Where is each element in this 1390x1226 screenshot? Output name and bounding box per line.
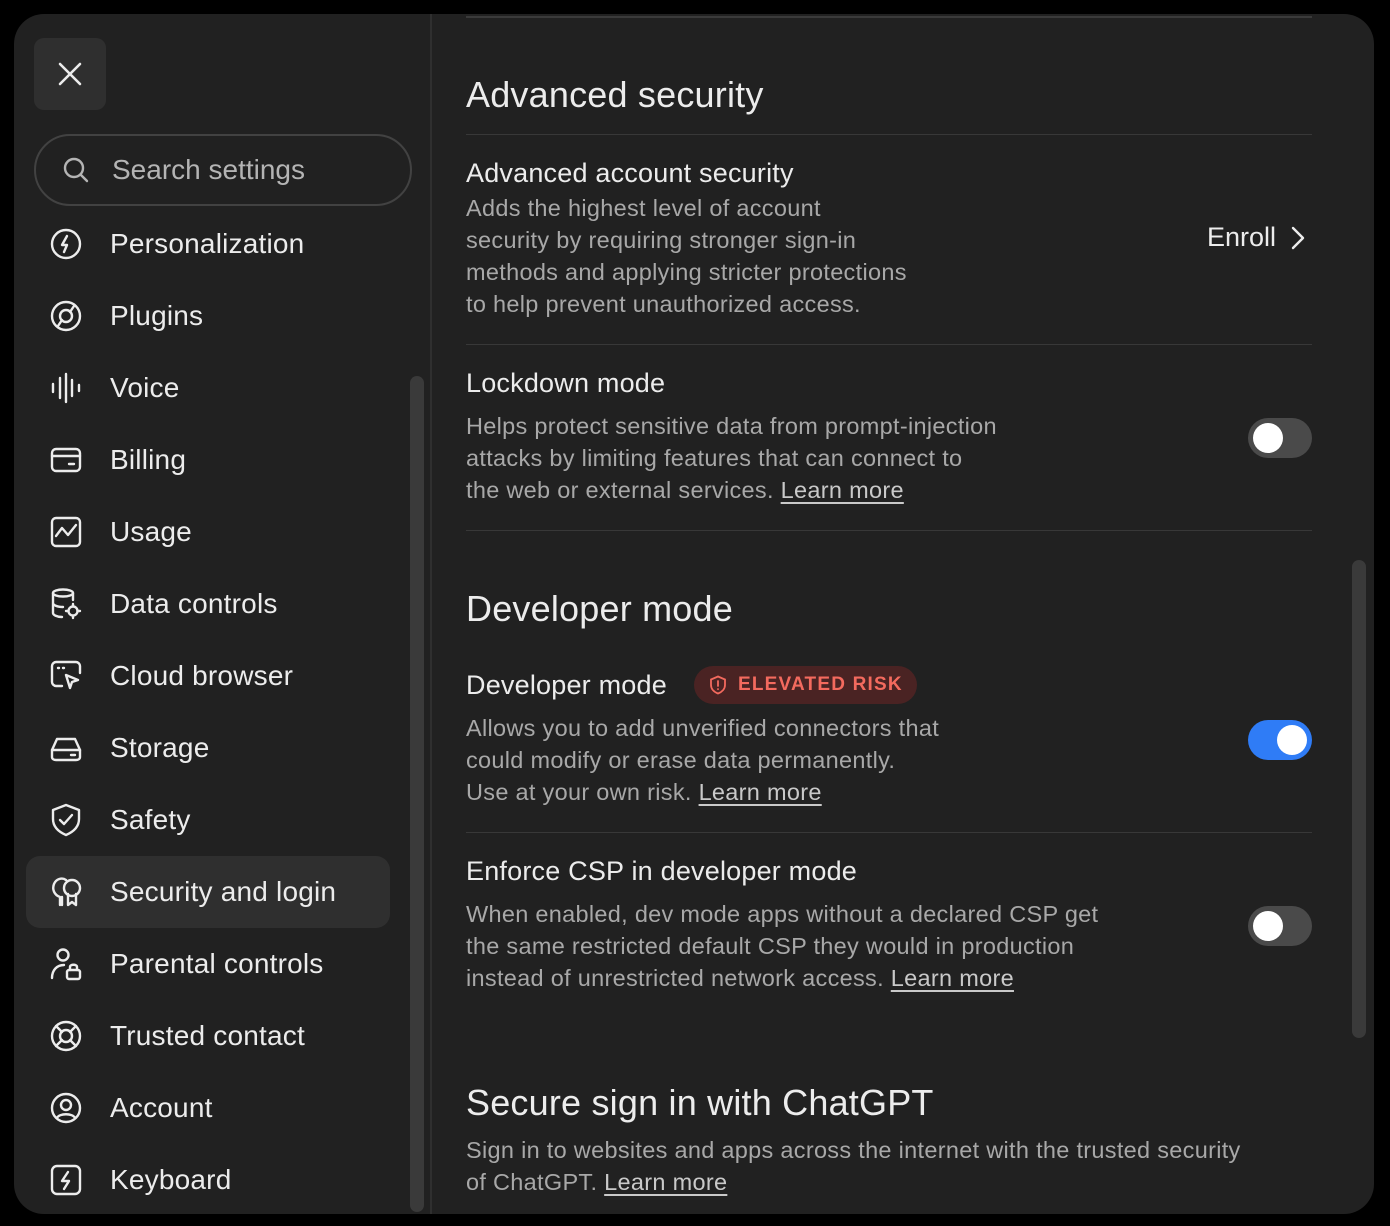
- personalization-icon: [48, 226, 84, 262]
- cloud-browser-icon: [48, 658, 84, 694]
- developer-mode-description: Allows you to add unverified connectors …: [466, 715, 940, 805]
- sidebar-item-label: Security and login: [110, 876, 337, 907]
- settings-window: Personalization Plugins Voice Billing: [14, 14, 1374, 1214]
- toggle-knob: [1253, 423, 1283, 453]
- chevron-right-icon: [1290, 225, 1306, 251]
- search-settings-field[interactable]: [34, 134, 412, 206]
- parental-controls-icon: [48, 946, 84, 982]
- sidebar-item-label: Personalization: [110, 228, 305, 259]
- settings-nav: Personalization Plugins Voice Billing Us…: [26, 208, 390, 1214]
- sidebar-scrollbar[interactable]: [410, 376, 424, 1212]
- sidebar-item-plugins[interactable]: Plugins: [26, 280, 390, 352]
- settings-sidebar: Personalization Plugins Voice Billing: [14, 14, 432, 1214]
- sidebar-item-data-controls[interactable]: Data controls: [26, 568, 390, 640]
- divider: [466, 530, 1312, 531]
- search-icon: [62, 155, 92, 185]
- learn-more-link[interactable]: Learn more: [604, 1169, 727, 1195]
- sidebar-item-safety[interactable]: Safety: [26, 784, 390, 856]
- divider: [466, 16, 1312, 18]
- secure-sign-in-description: Sign in to websites and apps across the …: [466, 1137, 1241, 1195]
- sidebar-item-label: Voice: [110, 372, 180, 403]
- settings-content: Advanced security Advanced account secur…: [466, 14, 1312, 1214]
- keyboard-icon: [48, 1162, 84, 1198]
- sidebar-item-label: Parental controls: [110, 948, 324, 979]
- enforce-csp-title: Enforce CSP in developer mode: [466, 856, 858, 886]
- advanced-account-security-title: Advanced account security: [466, 158, 794, 188]
- toggle-knob: [1277, 725, 1307, 755]
- toggle-knob: [1253, 911, 1283, 941]
- advanced-account-security-description: Adds the highest level of account securi…: [466, 195, 907, 317]
- sidebar-item-label: Cloud browser: [110, 660, 294, 691]
- enroll-button[interactable]: Enroll: [1207, 222, 1306, 253]
- sidebar-item-label: Keyboard: [110, 1164, 232, 1195]
- sidebar-item-label: Billing: [110, 444, 187, 475]
- developer-mode-title: Developer mode: [466, 670, 667, 700]
- sidebar-item-voice[interactable]: Voice: [26, 352, 390, 424]
- enforce-csp-toggle[interactable]: [1248, 906, 1312, 946]
- sidebar-item-security-and-login[interactable]: Security and login: [26, 856, 390, 928]
- divider: [466, 832, 1312, 833]
- shield-check-icon: [48, 802, 84, 838]
- close-button[interactable]: [34, 38, 106, 110]
- usage-icon: [48, 514, 84, 550]
- billing-icon: [48, 442, 84, 478]
- sidebar-item-label: Data controls: [110, 588, 278, 619]
- sidebar-item-cloud-browser[interactable]: Cloud browser: [26, 640, 390, 712]
- enforce-csp-description: When enabled, dev mode apps without a de…: [466, 901, 1099, 991]
- divider: [466, 344, 1312, 345]
- security-login-icon: [48, 874, 84, 910]
- sidebar-item-usage[interactable]: Usage: [26, 496, 390, 568]
- plugins-icon: [48, 298, 84, 334]
- enroll-label: Enroll: [1206, 222, 1276, 252]
- learn-more-link[interactable]: Learn more: [699, 779, 822, 805]
- sidebar-item-storage[interactable]: Storage: [26, 712, 390, 784]
- lockdown-mode-toggle[interactable]: [1248, 418, 1312, 458]
- close-icon: [58, 62, 82, 86]
- sidebar-item-personalization[interactable]: Personalization: [26, 208, 390, 280]
- sidebar-item-trusted-contact[interactable]: Trusted contact: [26, 1000, 390, 1072]
- search-input[interactable]: [112, 154, 402, 186]
- learn-more-link[interactable]: Learn more: [891, 965, 1014, 991]
- alert-icon: [710, 675, 726, 695]
- sidebar-item-billing[interactable]: Billing: [26, 424, 390, 496]
- content-scrollbar[interactable]: [1352, 560, 1366, 1038]
- voice-icon: [48, 370, 84, 406]
- section-title-developer-mode: Developer mode: [466, 588, 733, 629]
- learn-more-link[interactable]: Learn more: [781, 477, 904, 503]
- elevated-risk-badge: ELEVATED RISK: [694, 666, 917, 704]
- divider: [466, 134, 1312, 135]
- sidebar-item-label: Plugins: [110, 300, 204, 331]
- section-title-secure-sign-in: Secure sign in with ChatGPT: [466, 1082, 934, 1123]
- sidebar-item-label: Safety: [110, 804, 191, 835]
- lifebuoy-icon: [48, 1018, 84, 1054]
- sidebar-item-label: Account: [110, 1092, 213, 1123]
- sidebar-item-account[interactable]: Account: [26, 1072, 390, 1144]
- sidebar-item-label: Storage: [110, 732, 210, 763]
- sidebar-item-label: Usage: [110, 516, 192, 547]
- sidebar-item-keyboard[interactable]: Keyboard: [26, 1144, 390, 1214]
- account-icon: [48, 1090, 84, 1126]
- developer-mode-toggle[interactable]: [1248, 720, 1312, 760]
- lockdown-mode-title: Lockdown mode: [466, 368, 666, 398]
- sidebar-item-parental-controls[interactable]: Parental controls: [26, 928, 390, 1000]
- data-controls-icon: [48, 586, 84, 622]
- sidebar-item-label: Trusted contact: [110, 1020, 305, 1051]
- section-title-advanced-security: Advanced security: [466, 74, 764, 115]
- lockdown-mode-description: Helps protect sensitive data from prompt…: [466, 413, 997, 503]
- storage-icon: [48, 730, 84, 766]
